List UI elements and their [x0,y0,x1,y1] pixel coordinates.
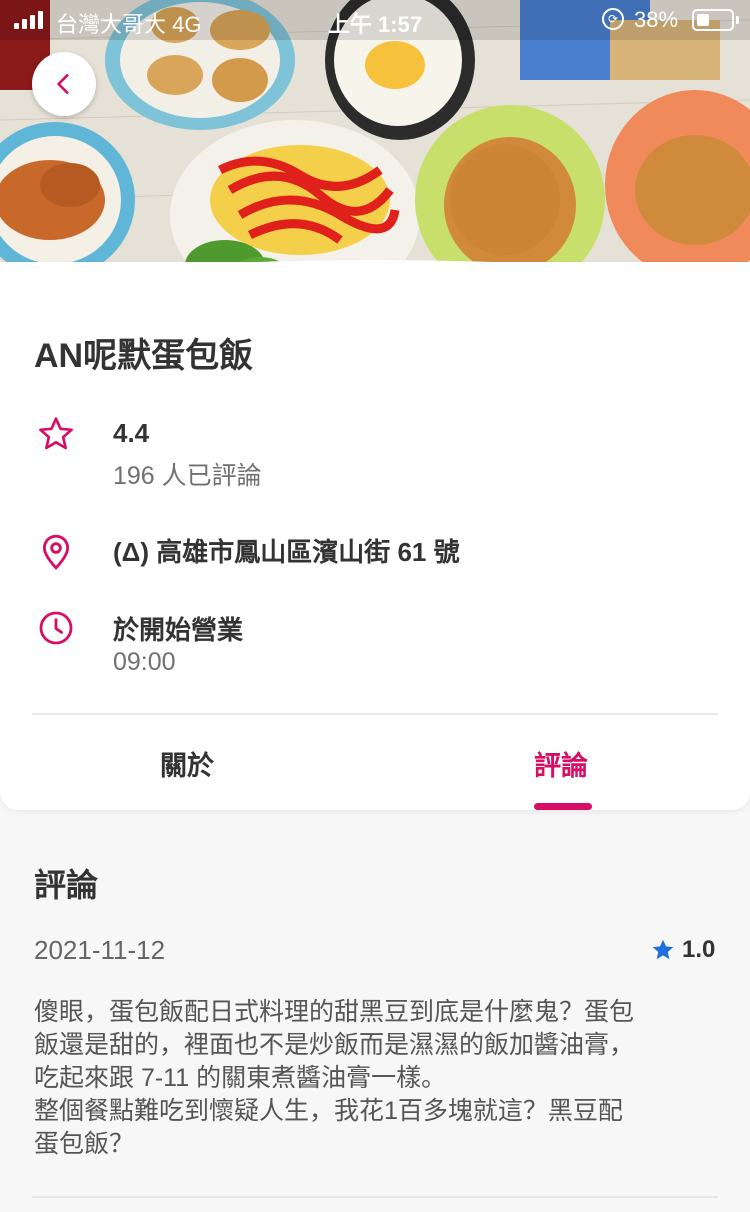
clock-icon [39,611,73,645]
restaurant-name: AN呢默蛋包飯 [34,337,254,375]
tab-about[interactable]: 關於 [160,744,214,783]
rating-value: 4.4 [113,418,150,448]
battery-icon [692,9,734,31]
hours-time: 09:00 [113,648,176,676]
hours-label: 於開始營業 [113,615,244,645]
star-outline-icon [39,417,73,450]
review-rating: 1.0 [650,936,715,964]
tab-reviews[interactable]: 評論 [534,744,588,783]
review-rating-value: 1.0 [682,936,716,963]
review-text-line: 蛋包飯？ [34,1130,135,1158]
location-pin-icon [42,534,70,570]
review-divider [32,1196,718,1198]
review-text-line: 吃起來跟 7-11 的關東煮醬油膏一樣。 [34,1064,447,1092]
review-text: 傻眼，蛋包飯配日式料理的甜黑豆到底是什麼鬼？蛋包 飯還是甜的，裡面也不是炒飯而是… [34,996,724,1161]
restaurant-address: (Δ) 高雄市鳳山區濱山街 61 號 [113,537,460,567]
battery-percent: 38% [634,7,679,32]
active-tab-indicator [534,803,592,810]
review-text-line: 整個餐點難吃到懷疑人生，我花1百多塊就這？黑豆配 [34,1097,623,1125]
back-button[interactable] [32,52,96,116]
review-text-line: 傻眼，蛋包飯配日式料理的甜黑豆到底是什麼鬼？蛋包 [34,998,635,1026]
review-text-line: 飯還是甜的，裡面也不是炒飯而是濕濕的飯加醬油膏， [34,1031,635,1059]
review-date: 2021-11-12 [34,935,166,965]
status-bar: 台灣大哥大 4G 上午 1:57 ⟳ 38% [0,0,750,40]
star-filled-icon [652,939,674,960]
battery-nub [736,16,739,24]
reviews-heading: 評論 [34,867,99,903]
tabs-divider [32,713,718,715]
orientation-lock-icon: ⟳ [602,8,624,30]
review-count: 196 人已評論 [113,462,262,490]
chevron-left-icon [57,74,69,94]
